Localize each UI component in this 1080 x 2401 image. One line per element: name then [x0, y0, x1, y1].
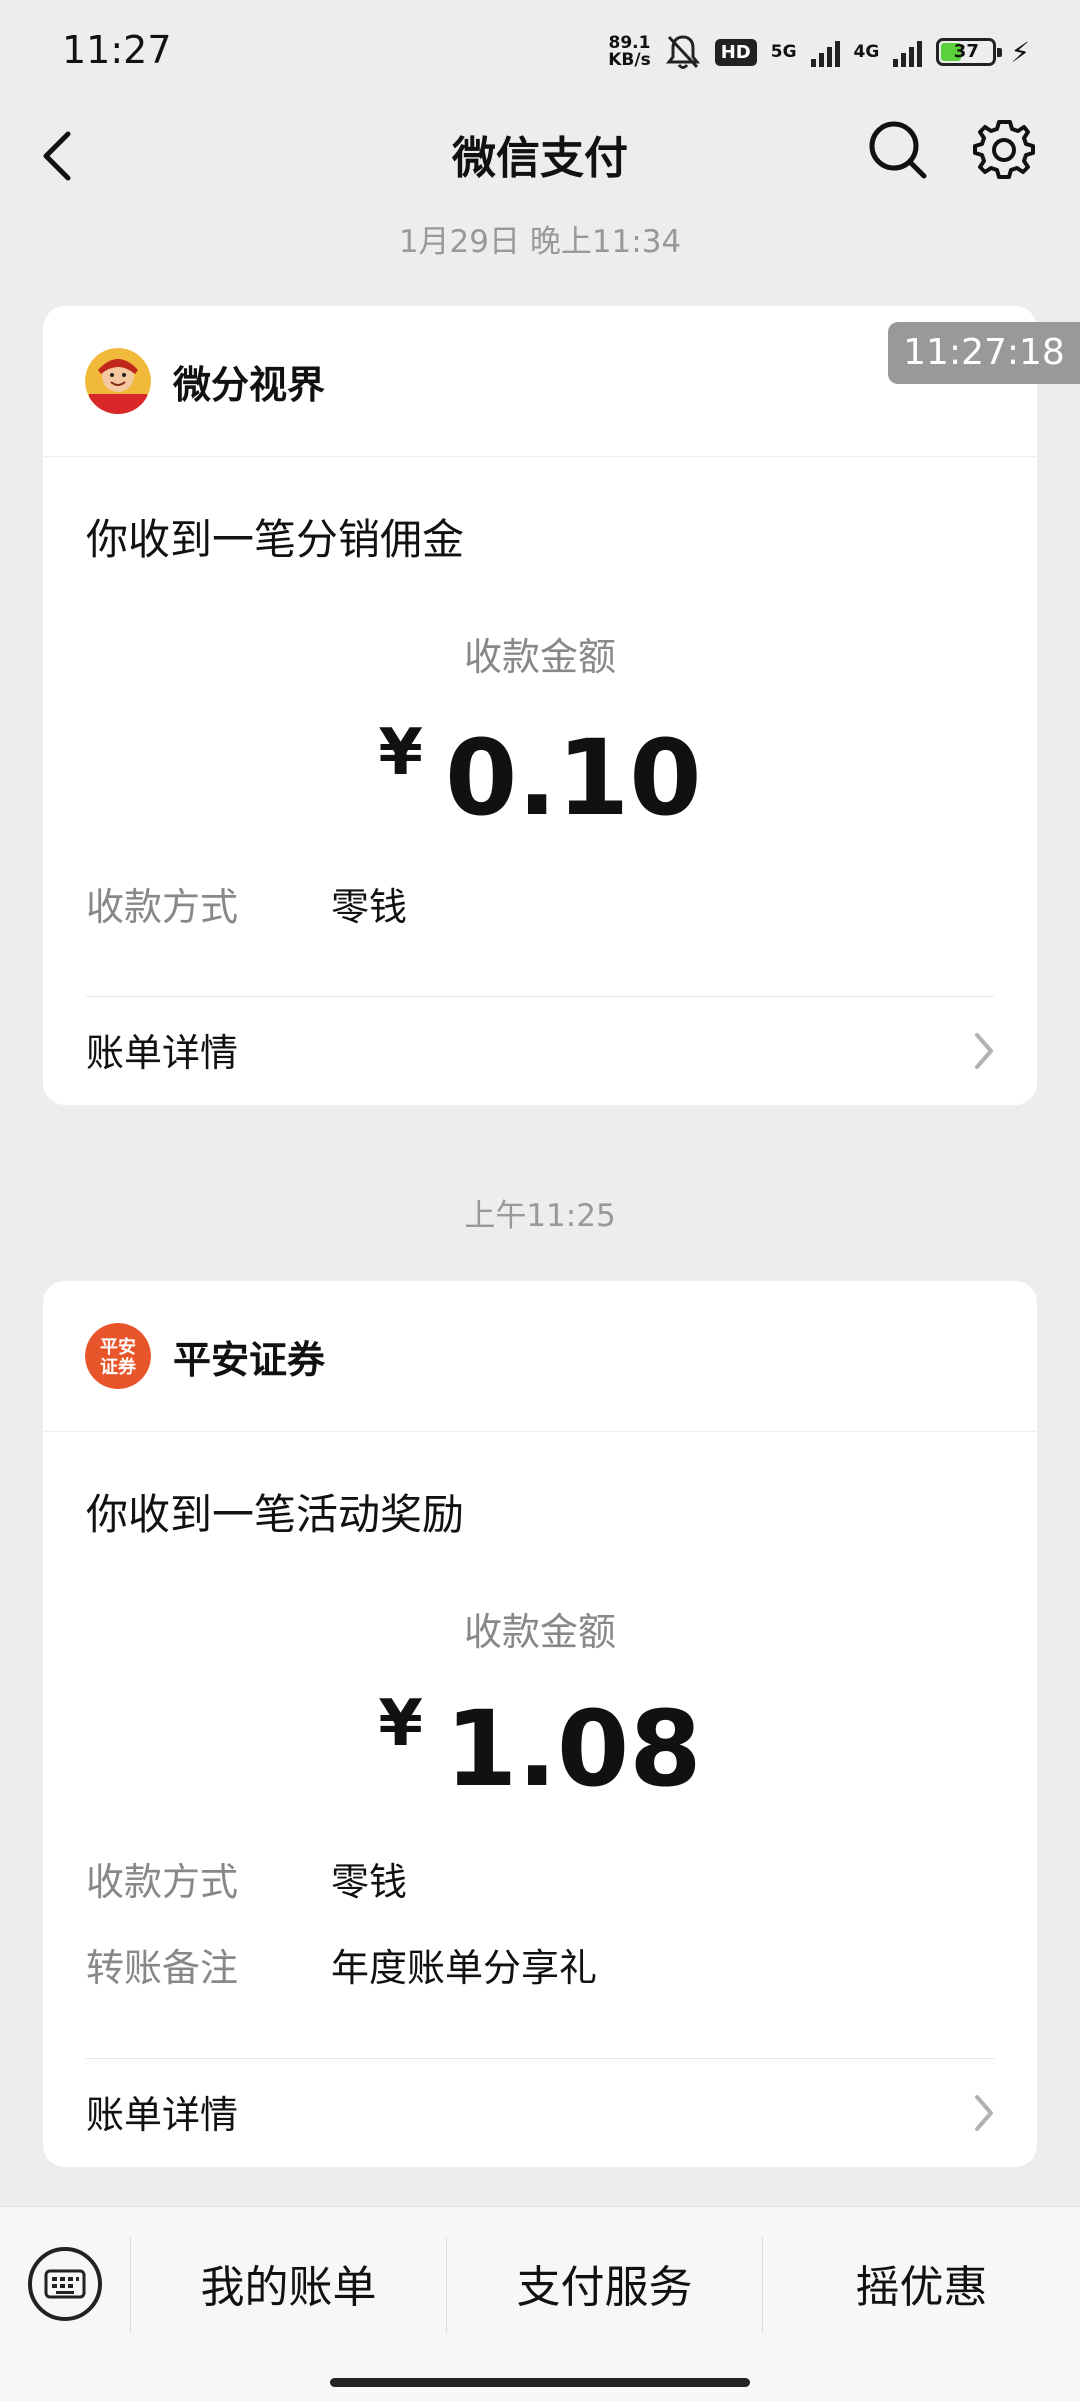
- bill-detail-link[interactable]: 账单详情: [86, 1022, 238, 1077]
- divider: [86, 996, 994, 997]
- pingan-logo: 平安 证券: [85, 1323, 151, 1389]
- menu-shake-offers[interactable]: 摇优惠: [763, 2253, 1080, 2323]
- payment-method-label: 收款方式: [86, 885, 239, 929]
- notice-title: 你收到一笔活动奖励: [86, 1490, 465, 1539]
- bottom-menu-bar: 我的账单 支付服务 摇优惠: [0, 2206, 1080, 2401]
- amount: ¥0.10: [43, 716, 1037, 839]
- message-time: 上午11:25: [464, 1198, 616, 1234]
- home-indicator[interactable]: [330, 2378, 750, 2387]
- amount-value: 1.08: [444, 1688, 702, 1810]
- currency-symbol: ¥: [378, 716, 423, 790]
- payment-card[interactable]: 平安 证券 平安证券 你收到一笔活动奖励 收款金额 ¥1.08 收款方式 零钱 …: [43, 1281, 1037, 2167]
- notice-title: 你收到一笔分销佣金: [86, 515, 465, 564]
- svg-text:证券: 证券: [100, 1356, 137, 1378]
- signal-icon: [810, 37, 840, 67]
- menu-my-bills[interactable]: 我的账单: [131, 2253, 446, 2323]
- net-4g: 4G: [853, 42, 880, 62]
- search-icon[interactable]: [866, 118, 930, 182]
- gear-icon[interactable]: [970, 116, 1038, 184]
- signal-icon: [893, 37, 923, 67]
- battery-level: 37: [953, 41, 979, 62]
- svg-text:平安: 平安: [100, 1336, 136, 1358]
- card-header[interactable]: 平安 证券 平安证券: [43, 1281, 1037, 1432]
- screenshot-timestamp: 11:27:18: [888, 322, 1080, 384]
- status-icons: 89.1 KB/s HD 5G 4G 37 ⚡: [608, 30, 1030, 74]
- net-5g: 5G: [770, 42, 797, 62]
- status-time: 11:27: [62, 28, 172, 72]
- battery-icon: 37: [936, 38, 1003, 66]
- chevron-right-icon: [975, 2095, 993, 2131]
- status-bar: 11:27 89.1 KB/s HD 5G 4G 37 ⚡: [0, 0, 1080, 100]
- payment-method-value: 零钱: [331, 1860, 408, 1904]
- charging-icon: ⚡: [1010, 35, 1030, 69]
- transfer-note-label: 转账备注: [86, 1946, 239, 1990]
- payment-method-label: 收款方式: [86, 1860, 239, 1904]
- nav-bar: 微信支付: [0, 100, 1080, 210]
- amount: ¥1.08: [43, 1687, 1037, 1810]
- currency-symbol: ¥: [378, 1687, 423, 1761]
- network-speed-unit: KB/s: [608, 50, 651, 70]
- transfer-note-value: 年度账单分享礼: [331, 1946, 598, 1990]
- divider: [86, 2058, 994, 2059]
- network-speed: 89.1 KB/s: [608, 35, 650, 69]
- payment-method-value: 零钱: [331, 885, 408, 929]
- message-time: 1月29日 晚上11:34: [398, 224, 682, 260]
- chevron-right-icon: [975, 1033, 993, 1069]
- hd-badge: HD: [714, 38, 757, 66]
- payment-card[interactable]: 微分视界 你收到一笔分销佣金 收款金额 ¥0.10 收款方式 零钱 账单详情: [43, 306, 1037, 1105]
- keyboard-icon[interactable]: [28, 2247, 102, 2321]
- mute-bell-icon: [665, 35, 700, 69]
- merchant-name: 微分视界: [173, 363, 326, 407]
- amount-value: 0.10: [444, 717, 702, 839]
- amount-label: 收款金额: [463, 1610, 616, 1654]
- merchant-avatar: [85, 348, 151, 414]
- menu-payment-services[interactable]: 支付服务: [447, 2253, 762, 2323]
- merchant-name: 平安证券: [173, 1338, 326, 1382]
- amount-label: 收款金额: [463, 635, 616, 679]
- bill-detail-link[interactable]: 账单详情: [86, 2084, 238, 2139]
